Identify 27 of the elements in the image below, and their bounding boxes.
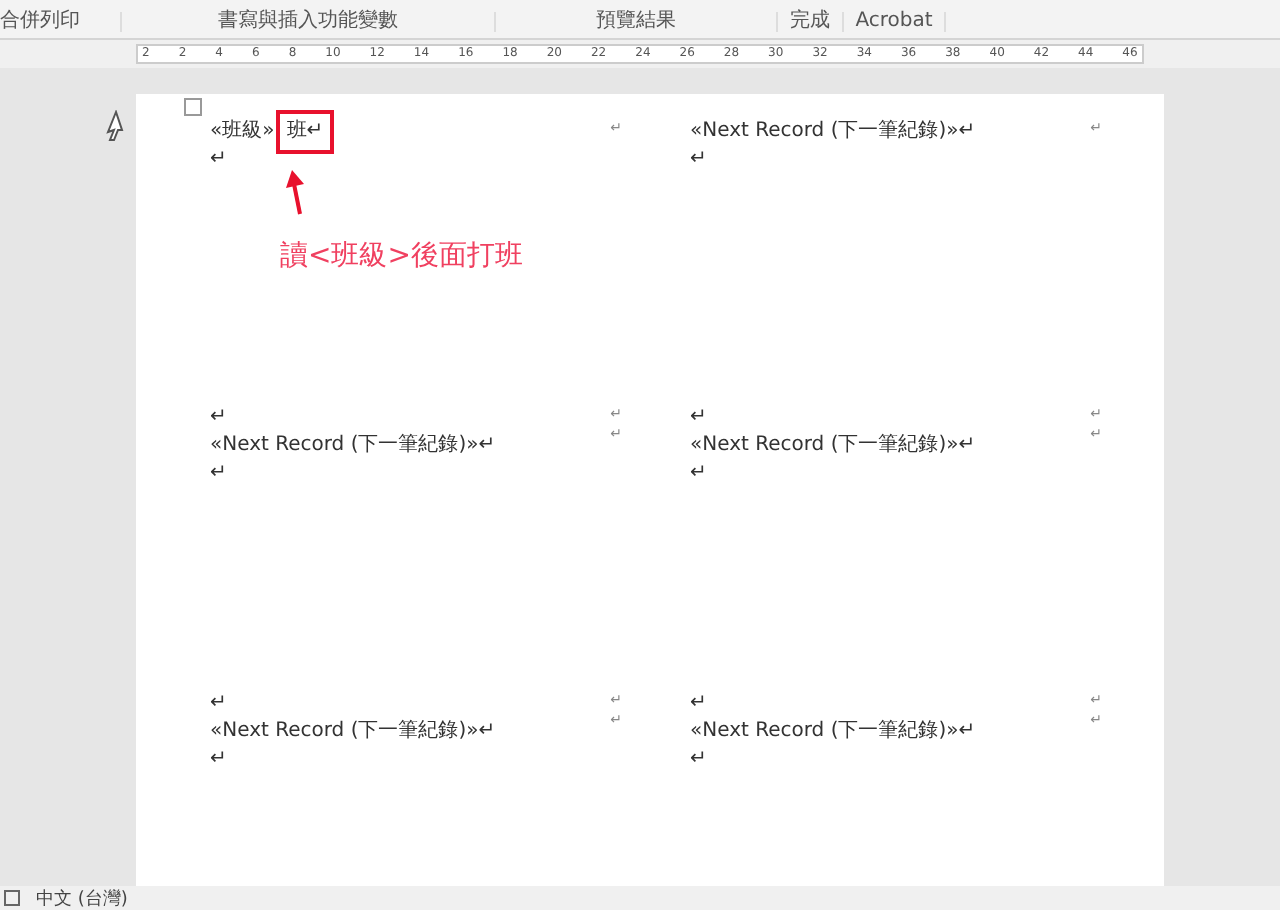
label-text: ↵ bbox=[690, 746, 709, 774]
label-text: ↵ bbox=[210, 690, 229, 718]
table-move-handle[interactable] bbox=[184, 98, 202, 116]
label-text: «班級» bbox=[210, 118, 275, 146]
pointer-icon bbox=[104, 110, 124, 142]
language-indicator[interactable]: 中文 (台灣) bbox=[36, 885, 128, 910]
label-text: ↵ bbox=[690, 690, 709, 718]
label-text: «Next Record (下一筆紀錄)»↵ bbox=[690, 432, 976, 460]
ribbon-group-label: 合併列印 bbox=[0, 12, 122, 32]
document-icon bbox=[4, 890, 20, 906]
label-text: ↵ bbox=[210, 146, 229, 174]
highlighted-text: 班↵ bbox=[276, 110, 334, 154]
label-text: «Next Record (下一筆紀錄)»↵ bbox=[210, 718, 496, 746]
ribbon-group-label: 預覽結果 bbox=[496, 12, 778, 32]
label-text: ↵ bbox=[210, 460, 229, 488]
ribbon-group-label: 書寫與插入功能變數 bbox=[122, 12, 496, 32]
annotation-text: 讀<班級>後面打班 bbox=[280, 238, 523, 274]
label-text: ↵ bbox=[690, 404, 709, 432]
label-text: «Next Record (下一筆紀錄)»↵ bbox=[690, 118, 976, 146]
label-text: ↵ bbox=[210, 746, 229, 774]
label-text: ↵ bbox=[210, 404, 229, 432]
label-text: «Next Record (下一筆紀錄)»↵ bbox=[690, 718, 976, 746]
label-text: ↵ bbox=[690, 146, 709, 174]
label-text: «Next Record (下一筆紀錄)»↵ bbox=[210, 432, 496, 460]
ribbon-group-label: 完成 bbox=[778, 12, 844, 32]
label-text: ↵ bbox=[690, 460, 709, 488]
ribbon-group-label: Acrobat bbox=[844, 12, 946, 32]
